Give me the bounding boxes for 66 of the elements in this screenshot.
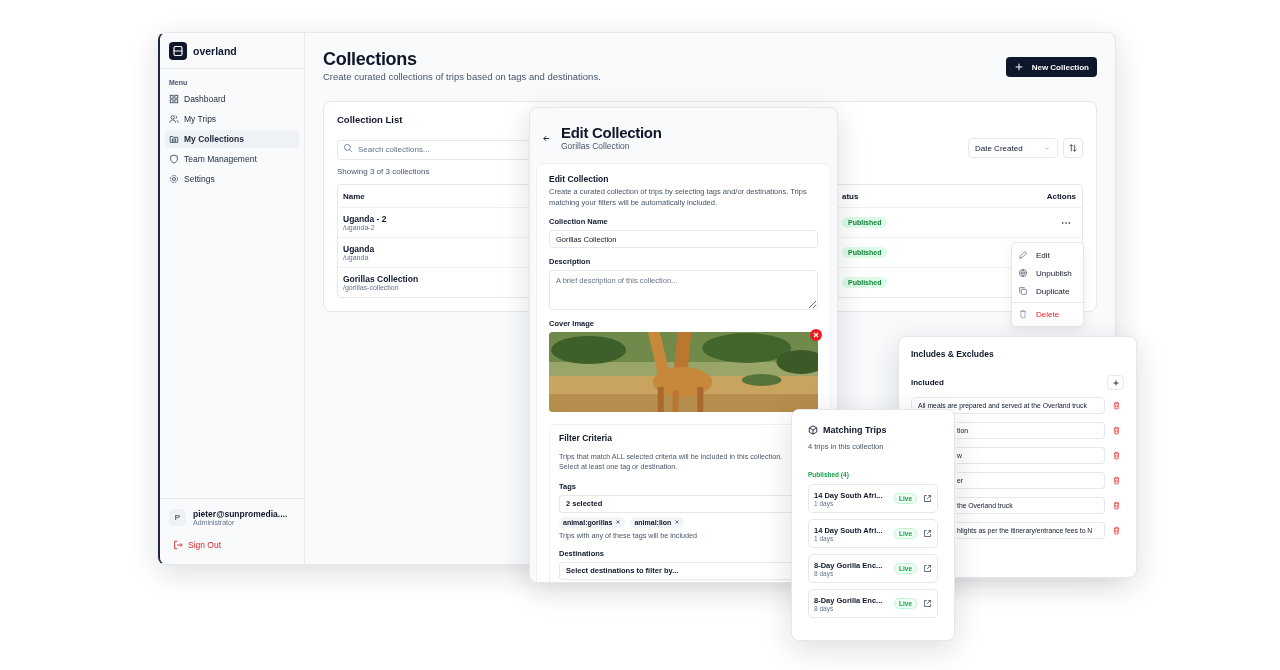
menu-item[interactable]: Unpublish — [1012, 264, 1083, 282]
menu-item[interactable]: Delete — [1012, 305, 1083, 323]
sort-arrows-icon — [1068, 143, 1078, 153]
result-count: Showing 3 of 3 collections — [337, 167, 431, 176]
nav-item[interactable]: Team Management — [165, 150, 299, 168]
folder-icon — [169, 134, 179, 144]
column-header: atus — [842, 191, 860, 201]
sign-out-link[interactable]: Sign Out — [160, 536, 304, 564]
gear-icon — [169, 174, 179, 184]
remove-tag-icon[interactable] — [674, 519, 681, 526]
add-button[interactable] — [1107, 375, 1124, 390]
remove-tag-icon[interactable] — [615, 519, 622, 526]
delete-icon[interactable] — [1112, 501, 1121, 510]
search-icon — [343, 143, 353, 153]
user-avatar: P — [169, 509, 186, 526]
users-icon — [169, 114, 179, 124]
delete-icon[interactable] — [1112, 401, 1121, 410]
panel-title: Includes & Excludes — [911, 349, 995, 359]
grid-icon — [169, 94, 179, 104]
panel-title: Matching Trips — [823, 425, 887, 435]
sign-out-icon — [173, 540, 183, 550]
shield-icon — [169, 154, 179, 164]
delete-icon[interactable] — [1112, 426, 1121, 435]
back-icon[interactable] — [542, 134, 551, 143]
page-title: Collections — [323, 49, 418, 70]
external-link-icon[interactable] — [923, 529, 932, 538]
external-link-icon[interactable] — [923, 599, 932, 608]
sort-order-button[interactable] — [1063, 138, 1083, 158]
nav-item[interactable]: Dashboard — [165, 90, 299, 108]
menu-item[interactable]: Edit — [1012, 246, 1083, 264]
page-subtitle: Create curated collections of trips based on tags and destinations. — [323, 71, 601, 82]
box-icon — [808, 425, 818, 435]
form-title: Edit Collection — [549, 174, 610, 184]
section-label: Included — [911, 378, 944, 387]
external-link-icon[interactable] — [923, 564, 932, 573]
menu-item[interactable]: Duplicate — [1012, 282, 1083, 300]
pencil-icon — [1018, 250, 1028, 260]
more-options-icon[interactable] — [1061, 220, 1071, 225]
plus-icon — [1013, 62, 1024, 72]
external-link-icon[interactable] — [923, 494, 932, 503]
column-header: Actions — [1045, 191, 1077, 201]
delete-icon[interactable] — [1112, 451, 1121, 460]
search-field[interactable]: Search collections... — [337, 139, 531, 160]
collection-name: Uganda - 2 — [343, 214, 388, 224]
column-header: Name — [342, 191, 366, 201]
chevron-down-icon — [1043, 144, 1051, 152]
delete-icon[interactable] — [1112, 476, 1121, 485]
card-title: Collection List — [337, 114, 404, 125]
remove-image-icon[interactable] — [810, 329, 822, 341]
new-collection-button[interactable]: New Collection — [1005, 57, 1097, 77]
copy-icon — [1018, 286, 1028, 296]
user-email: pieter@sunpromedia.... — [193, 509, 288, 519]
brand-name: overland — [193, 44, 237, 57]
panel-subtitle: Gorillas Collection — [561, 141, 631, 151]
collection-name: Uganda — [343, 244, 376, 254]
nav-item[interactable]: My Trips — [165, 110, 299, 128]
globe-icon — [1018, 268, 1028, 278]
delete-icon[interactable] — [1112, 526, 1121, 535]
collection-name: Gorillas Collection — [343, 274, 420, 284]
sort-dropdown[interactable]: Date Created — [968, 138, 1058, 158]
nav-item[interactable]: Settings — [165, 170, 299, 188]
section-title: Filter Criteria — [559, 433, 613, 443]
panel-title: Edit Collection — [561, 124, 662, 141]
trash-icon — [1018, 309, 1028, 319]
nav-item[interactable]: My Collections — [165, 130, 299, 148]
logo-icon — [169, 41, 187, 60]
